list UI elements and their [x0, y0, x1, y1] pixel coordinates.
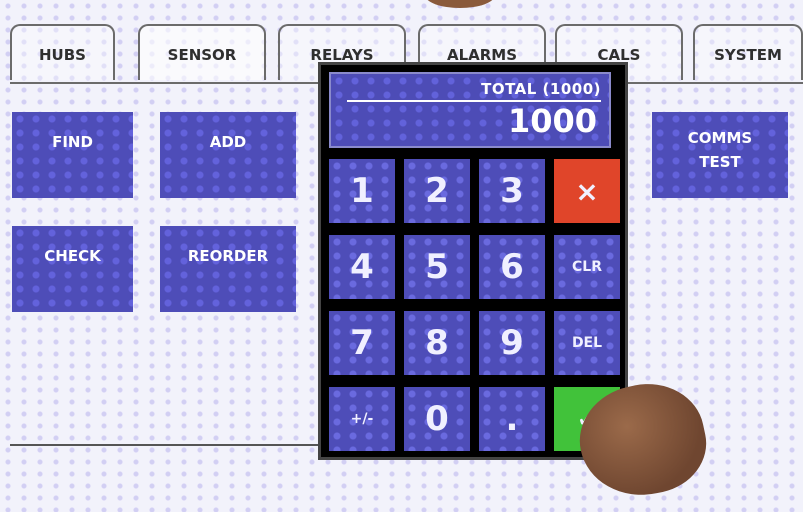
key-7[interactable]: 7: [329, 311, 395, 375]
tab-system-label: SYSTEM: [714, 46, 782, 64]
find-button[interactable]: FIND: [12, 112, 133, 198]
key-0[interactable]: 0: [404, 387, 470, 451]
key-9[interactable]: 9: [479, 311, 545, 375]
find-button-label: FIND: [52, 133, 93, 151]
comms-test-label-line2: TEST: [699, 153, 741, 171]
bottom-divider: [10, 444, 325, 446]
comms-test-button[interactable]: COMMS TEST: [652, 112, 788, 198]
check-button[interactable]: CHECK: [12, 226, 133, 312]
tab-hubs-label: HUBS: [39, 46, 86, 64]
tab-hubs[interactable]: HUBS: [10, 24, 115, 80]
tab-system[interactable]: SYSTEM: [693, 24, 803, 80]
check-button-label: CHECK: [44, 247, 101, 265]
numeric-keypad: TOTAL (1000) 1000 1 2 3 × 4 5 6 CLR 7 8 …: [318, 62, 628, 460]
add-button-label: ADD: [209, 133, 247, 151]
delete-key[interactable]: DEL: [554, 311, 620, 375]
reorder-button[interactable]: REORDER: [160, 226, 296, 312]
key-2[interactable]: 2: [404, 159, 470, 223]
keypad-display-label: TOTAL (1000): [481, 80, 601, 98]
key-8[interactable]: 8: [404, 311, 470, 375]
comms-test-label-line1: COMMS: [687, 129, 753, 147]
touch-screen: HUBS SENSOR RELAYS ALARMS CALS SYSTEM FI…: [0, 0, 803, 512]
key-3[interactable]: 3: [479, 159, 545, 223]
tab-sensor-label: SENSOR: [167, 46, 237, 64]
key-5[interactable]: 5: [404, 235, 470, 299]
top-finger-overlay: [425, 0, 495, 8]
add-button[interactable]: ADD: [160, 112, 296, 198]
reorder-button-label: REORDER: [187, 247, 269, 265]
cancel-key[interactable]: ×: [554, 159, 620, 223]
key-6[interactable]: 6: [479, 235, 545, 299]
keypad-display-value: 1000: [507, 102, 597, 140]
clear-key[interactable]: CLR: [554, 235, 620, 299]
keypad-display: TOTAL (1000) 1000: [329, 72, 611, 148]
plus-minus-key[interactable]: +/-: [329, 387, 395, 451]
tab-sensor[interactable]: SENSOR: [138, 24, 266, 80]
key-4[interactable]: 4: [329, 235, 395, 299]
decimal-key[interactable]: .: [479, 387, 545, 451]
key-1[interactable]: 1: [329, 159, 395, 223]
